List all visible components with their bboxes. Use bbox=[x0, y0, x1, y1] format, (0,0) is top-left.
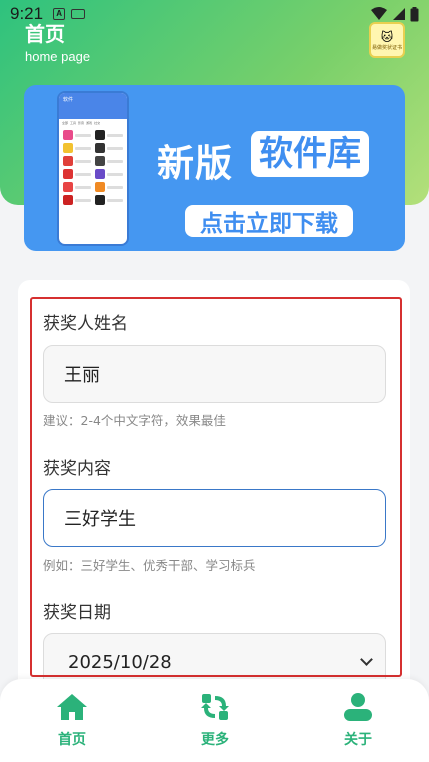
download-button[interactable]: 点击立即下载 bbox=[185, 205, 353, 237]
phone-app-item bbox=[95, 130, 123, 140]
nav-label-about: 关于 bbox=[344, 732, 372, 748]
status-icons-right bbox=[370, 6, 419, 22]
signal-icon bbox=[393, 8, 405, 20]
keyboard-icon bbox=[71, 9, 86, 19]
phone-app-item bbox=[95, 182, 123, 192]
logo-text: 易做奖状证书 bbox=[371, 44, 402, 51]
refresh-icon bbox=[201, 694, 229, 720]
name-label: 获奖人姓名 bbox=[43, 314, 128, 334]
banner-title-library: 软件库 bbox=[251, 131, 369, 177]
phone-mockup: 软件 全部 工具 影音 游戏 社交 bbox=[57, 91, 129, 246]
phone-tabs: 全部 工具 影音 游戏 社交 bbox=[59, 119, 127, 127]
phone-header: 软件 bbox=[59, 93, 127, 119]
phone-app-item bbox=[63, 130, 91, 140]
content-hint: 例如：三好学生、优秀干部、学习标兵 bbox=[43, 558, 256, 573]
name-hint: 建议：2-4个中文字符，效果最佳 bbox=[43, 413, 226, 428]
name-input[interactable]: 王丽 bbox=[43, 345, 386, 403]
banner-title-new: 新版 bbox=[157, 142, 233, 185]
phone-app-item bbox=[63, 169, 91, 179]
bottom-nav: 首页 更多 关于 bbox=[0, 679, 429, 762]
phone-app-item bbox=[95, 195, 123, 205]
phone-app-item bbox=[95, 169, 123, 179]
page-subtitle: home page bbox=[25, 49, 91, 64]
phone-app-item bbox=[63, 156, 91, 166]
phone-tab: 社交 bbox=[94, 121, 101, 125]
phone-app-item bbox=[63, 143, 91, 153]
user-icon bbox=[344, 693, 372, 721]
promo-banner[interactable]: 软件 全部 工具 影音 游戏 社交 新版 软件库 点击立即下载 bbox=[24, 85, 405, 251]
wifi-icon bbox=[371, 7, 387, 20]
phone-app-item bbox=[95, 143, 123, 153]
cat-icon: 🐱 bbox=[380, 29, 394, 44]
battery-icon bbox=[410, 6, 419, 21]
phone-app-item bbox=[63, 182, 91, 192]
content-label: 获奖内容 bbox=[43, 459, 111, 479]
phone-tab: 全部 bbox=[62, 121, 69, 125]
home-icon bbox=[57, 694, 87, 720]
phone-tab: 游戏 bbox=[86, 121, 93, 125]
date-label: 获奖日期 bbox=[43, 603, 111, 623]
phone-tab: 影音 bbox=[78, 121, 85, 125]
nav-item-about[interactable]: 关于 bbox=[318, 693, 398, 749]
app-logo[interactable]: 🐱 易做奖状证书 bbox=[369, 22, 405, 58]
phone-app-item bbox=[63, 195, 91, 205]
page-title: 首页 bbox=[25, 22, 65, 46]
date-value: 2025/10/28 bbox=[68, 651, 172, 673]
content-input[interactable]: 三好学生 bbox=[43, 489, 386, 547]
chevron-down-icon bbox=[360, 653, 373, 666]
phone-title: 软件 bbox=[63, 97, 74, 103]
phone-app-grid bbox=[59, 127, 127, 208]
nav-label-more: 更多 bbox=[201, 732, 229, 748]
phone-app-item bbox=[95, 156, 123, 166]
nav-item-home[interactable]: 首页 bbox=[32, 693, 112, 749]
nav-label-home: 首页 bbox=[58, 732, 86, 748]
nav-item-more[interactable]: 更多 bbox=[175, 693, 255, 749]
phone-tab: 工具 bbox=[70, 121, 77, 125]
